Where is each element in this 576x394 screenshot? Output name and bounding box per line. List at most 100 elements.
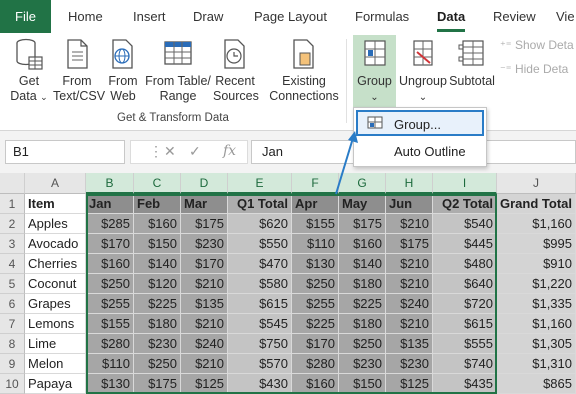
row-header-1[interactable]: 1	[0, 194, 25, 214]
get-data-button[interactable]: Get Data ⌄	[8, 37, 50, 105]
tab-view[interactable]: Vie	[556, 0, 575, 33]
row-header-10[interactable]: 10	[0, 374, 25, 394]
table-cell[interactable]: $130	[292, 254, 339, 274]
table-cell[interactable]: $210	[386, 314, 433, 334]
table-cell[interactable]: $230	[386, 354, 433, 374]
table-cell[interactable]: $155	[292, 214, 339, 234]
tab-insert[interactable]: Insert	[133, 0, 166, 33]
table-cell[interactable]: $740	[433, 354, 497, 374]
insert-function-icon[interactable]: fx	[223, 143, 236, 159]
from-web-button[interactable]: From Web	[104, 37, 142, 104]
table-cell[interactable]: $210	[386, 214, 433, 234]
table-cell[interactable]: $210	[386, 274, 433, 294]
table-cell[interactable]: $160	[339, 234, 386, 254]
table-cell[interactable]: $250	[86, 274, 134, 294]
table-cell[interactable]: $615	[228, 294, 292, 314]
table-cell[interactable]: $175	[386, 234, 433, 254]
table-cell[interactable]: $210	[181, 354, 228, 374]
table-cell[interactable]: $750	[228, 334, 292, 354]
table-cell[interactable]: $230	[181, 234, 228, 254]
menu-item-group[interactable]: Group...	[356, 110, 484, 136]
table-cell[interactable]: $545	[228, 314, 292, 334]
table-cell[interactable]: $230	[134, 334, 181, 354]
table-header-cell[interactable]: Mar	[181, 194, 228, 214]
table-cell[interactable]: $995	[497, 234, 576, 254]
table-cell[interactable]: $150	[134, 234, 181, 254]
table-cell[interactable]: $155	[86, 314, 134, 334]
row-header-7[interactable]: 7	[0, 314, 25, 334]
table-cell[interactable]: $225	[292, 314, 339, 334]
table-cell[interactable]: $150	[339, 374, 386, 394]
table-header-cell[interactable]: Jan	[86, 194, 134, 214]
column-header-i[interactable]: I	[433, 173, 497, 194]
table-cell[interactable]: $180	[339, 314, 386, 334]
column-header-e[interactable]: E	[228, 173, 292, 194]
column-header-c[interactable]: C	[134, 173, 181, 194]
table-cell[interactable]: $1,160	[497, 314, 576, 334]
table-cell[interactable]: $865	[497, 374, 576, 394]
row-header-9[interactable]: 9	[0, 354, 25, 374]
table-cell[interactable]: $280	[86, 334, 134, 354]
table-cell[interactable]: Cherries	[25, 254, 86, 274]
menu-item-auto-outline[interactable]: Auto Outline	[356, 139, 484, 165]
hide-detail-button[interactable]: ⁻⁼ Hide Deta	[500, 62, 568, 76]
table-cell[interactable]: $170	[86, 234, 134, 254]
show-detail-button[interactable]: ⁺⁼ Show Deta	[500, 38, 574, 52]
table-cell[interactable]: $570	[228, 354, 292, 374]
table-cell[interactable]: $240	[181, 334, 228, 354]
tab-review[interactable]: Review	[493, 0, 536, 33]
table-cell[interactable]: Coconut	[25, 274, 86, 294]
table-cell[interactable]: $230	[339, 354, 386, 374]
table-cell[interactable]: $120	[134, 274, 181, 294]
table-cell[interactable]: $210	[181, 274, 228, 294]
table-cell[interactable]: $125	[386, 374, 433, 394]
table-cell[interactable]: $480	[433, 254, 497, 274]
row-header-6[interactable]: 6	[0, 294, 25, 314]
tab-file[interactable]: File	[0, 0, 51, 33]
table-cell[interactable]: $140	[339, 254, 386, 274]
table-cell[interactable]: $135	[181, 294, 228, 314]
table-cell[interactable]: $210	[386, 254, 433, 274]
table-header-cell[interactable]: Grand Total	[497, 194, 576, 214]
table-cell[interactable]: $125	[181, 374, 228, 394]
table-cell[interactable]: $180	[134, 314, 181, 334]
table-cell[interactable]: Lime	[25, 334, 86, 354]
table-cell[interactable]: $910	[497, 254, 576, 274]
table-cell[interactable]: Papaya	[25, 374, 86, 394]
table-cell[interactable]: $130	[86, 374, 134, 394]
existing-connections-button[interactable]: Existing Connections	[267, 37, 341, 104]
table-cell[interactable]: $1,335	[497, 294, 576, 314]
table-cell[interactable]: $285	[86, 214, 134, 234]
row-header-4[interactable]: 4	[0, 254, 25, 274]
column-header-b[interactable]: B	[86, 173, 134, 194]
worksheet-grid[interactable]: A B C D E F G H I J 1 Item Jan Feb Mar Q1 Total Apr May Ju…	[0, 173, 576, 394]
table-cell[interactable]: $160	[86, 254, 134, 274]
table-header-cell[interactable]: Q2 Total	[433, 194, 497, 214]
table-cell[interactable]: $255	[292, 294, 339, 314]
table-cell[interactable]: $550	[228, 234, 292, 254]
table-cell[interactable]: $620	[228, 214, 292, 234]
tab-page-layout[interactable]: Page Layout	[254, 0, 327, 33]
table-cell[interactable]: $175	[134, 374, 181, 394]
column-header-a[interactable]: A	[25, 173, 86, 194]
tab-formulas[interactable]: Formulas	[355, 0, 409, 33]
table-cell[interactable]: $225	[339, 294, 386, 314]
table-cell[interactable]: $555	[433, 334, 497, 354]
table-cell[interactable]: $435	[433, 374, 497, 394]
select-all-corner[interactable]	[0, 173, 25, 194]
table-cell[interactable]: $240	[386, 294, 433, 314]
row-header-2[interactable]: 2	[0, 214, 25, 234]
table-header-cell[interactable]: Feb	[134, 194, 181, 214]
cancel-icon[interactable]: ✕	[164, 143, 176, 160]
table-cell[interactable]: $180	[339, 274, 386, 294]
column-header-d[interactable]: D	[181, 173, 228, 194]
table-cell[interactable]: $1,305	[497, 334, 576, 354]
table-cell[interactable]: $175	[339, 214, 386, 234]
table-cell[interactable]: $255	[86, 294, 134, 314]
table-header-cell[interactable]: Jun	[386, 194, 433, 214]
tab-draw[interactable]: Draw	[193, 0, 223, 33]
row-header-3[interactable]: 3	[0, 234, 25, 254]
column-header-j[interactable]: J	[497, 173, 576, 194]
table-cell[interactable]: $615	[433, 314, 497, 334]
table-cell[interactable]: $640	[433, 274, 497, 294]
